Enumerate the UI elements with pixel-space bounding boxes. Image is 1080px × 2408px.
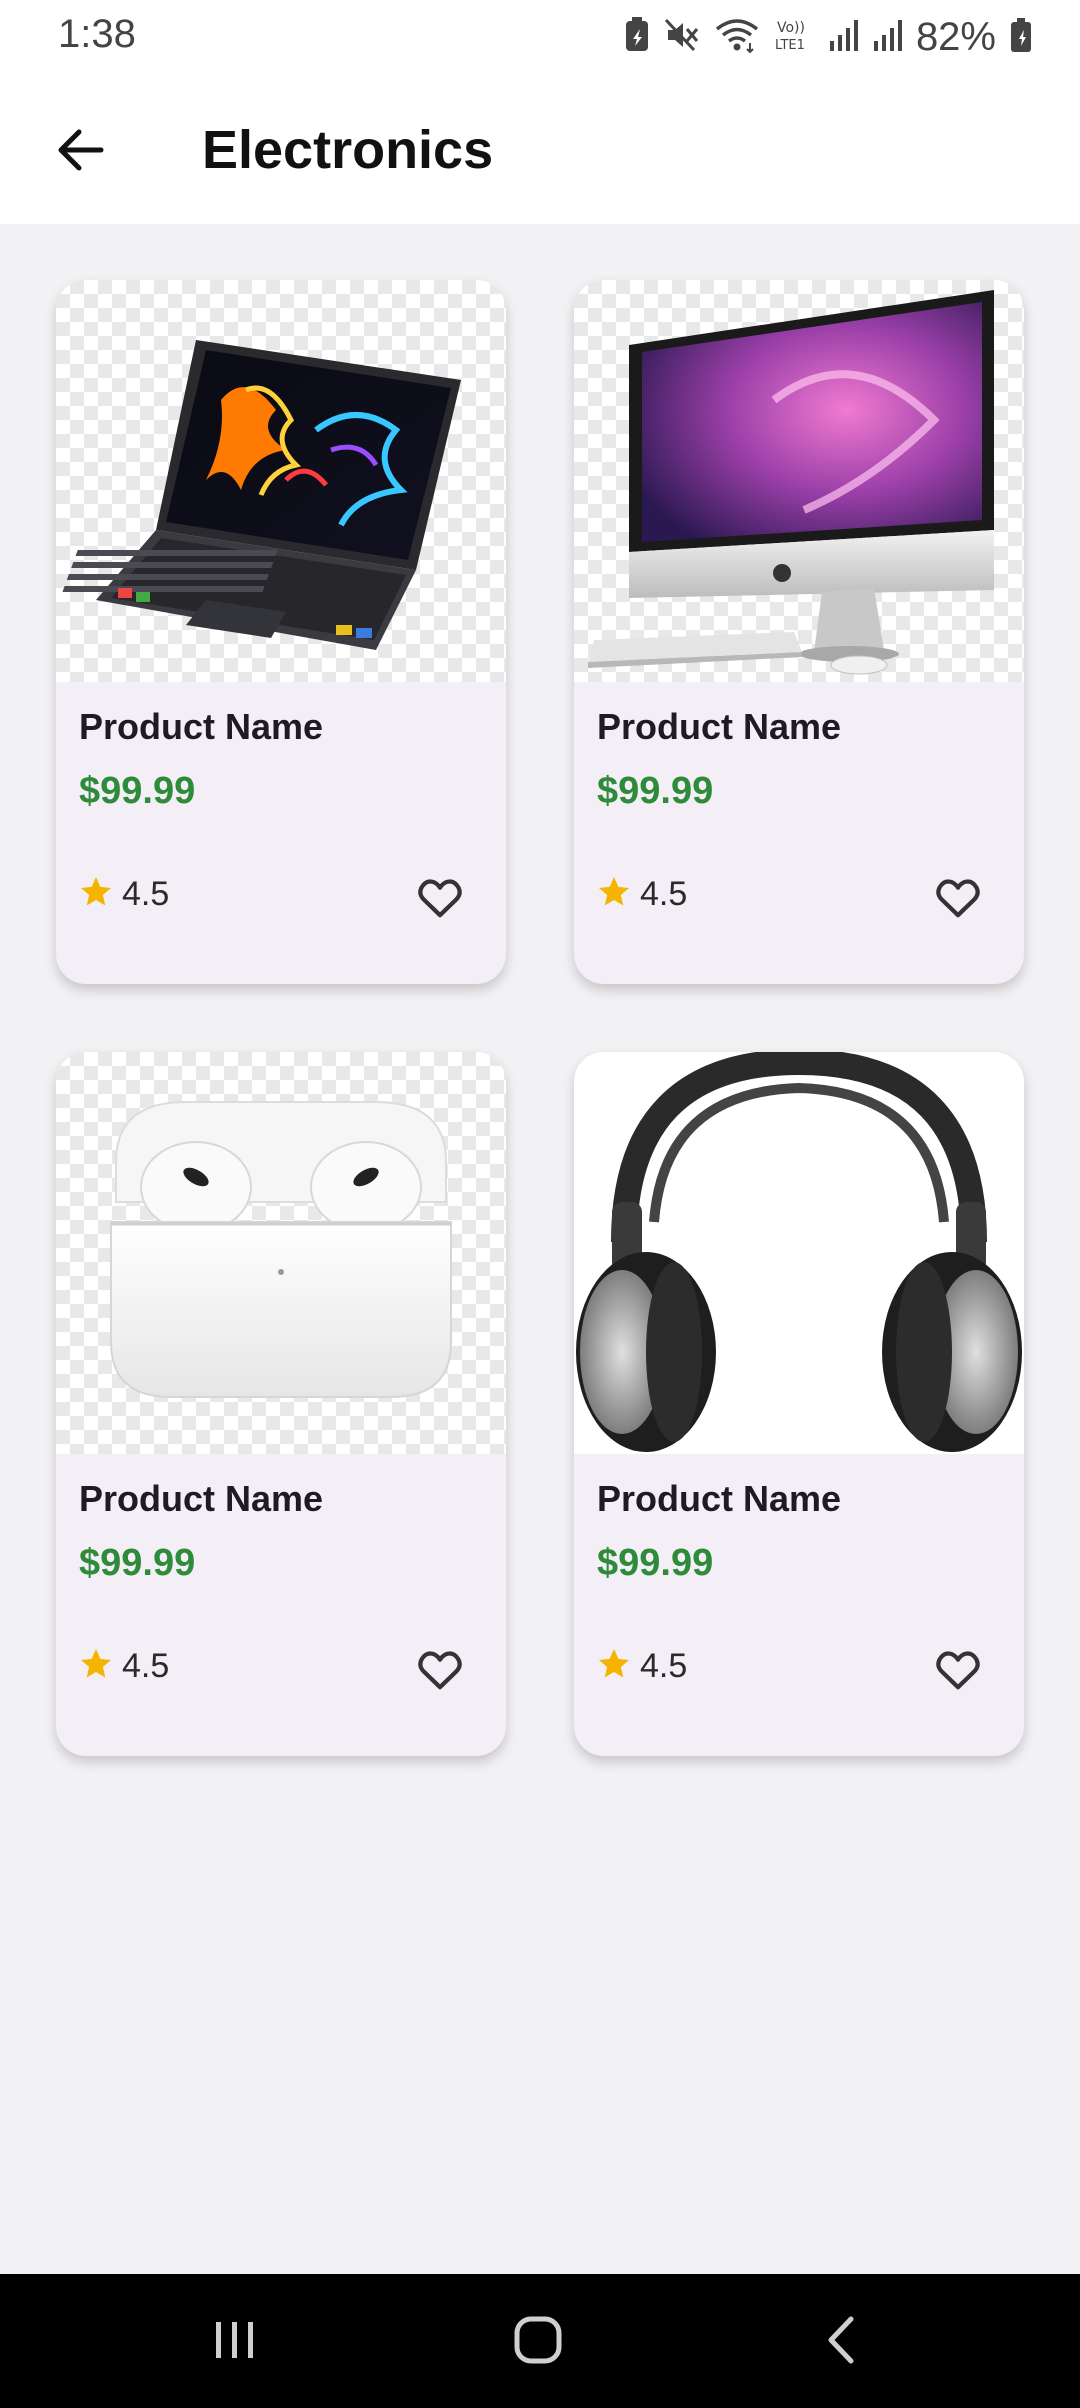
recents-icon [210,2318,260,2367]
svg-text:Vo)): Vo)) [777,20,805,36]
nav-back-button[interactable] [796,2304,886,2380]
svg-text:LTE1: LTE1 [775,38,805,53]
mute-icon [664,17,700,58]
product-image-desktop-monitor [574,280,1024,682]
product-price: $99.99 [597,1542,714,1584]
star-icon [596,1646,632,1687]
product-card[interactable]: Product Name $99.99 4.5 [56,280,506,984]
product-image-wireless-earbuds [56,1052,506,1454]
wifi-icon [714,17,760,58]
star-icon [596,874,632,915]
product-name: Product Name [79,706,324,747]
status-icons: Vo)) LTE1 82% [624,14,1032,60]
star-icon [78,1646,114,1687]
app-bar: Electronics [0,74,1080,224]
product-rating: 4.5 [78,1646,169,1687]
product-image-laptop [56,280,506,682]
product-card[interactable]: Product Name $99.99 4.5 [574,280,1024,984]
favorite-button[interactable] [926,868,990,932]
favorite-button[interactable] [408,868,472,932]
battery-saver-icon [624,16,650,58]
battery-icon [1010,17,1032,58]
product-rating: 4.5 [78,874,169,915]
rating-value: 4.5 [122,875,170,913]
rating-value: 4.5 [640,1647,688,1685]
volte-icon: Vo)) LTE1 [774,17,814,58]
product-price: $99.99 [79,770,196,812]
recents-button[interactable] [190,2304,280,2380]
heart-outline-icon [417,1649,463,1696]
product-name: Product Name [597,706,842,747]
product-price: $99.99 [597,770,714,812]
heart-outline-icon [417,877,463,924]
signal-icon [828,17,858,58]
product-card[interactable]: Product Name $99.99 4.5 [574,1052,1024,1756]
product-price: $99.99 [79,1542,196,1584]
product-grid: Product Name $99.99 4.5 Product Name $99… [56,280,1024,1756]
product-rating: 4.5 [596,874,687,915]
heart-outline-icon [935,1649,981,1696]
product-name: Product Name [597,1478,842,1519]
home-button[interactable] [493,2304,583,2380]
rating-value: 4.5 [122,1647,170,1685]
product-rating: 4.5 [596,1646,687,1687]
favorite-button[interactable] [408,1640,472,1704]
product-image-headphones [574,1052,1024,1454]
heart-outline-icon [935,877,981,924]
home-icon [513,2315,563,2370]
back-button[interactable] [40,112,120,192]
page-title: Electronics [202,120,494,180]
system-nav-bar [0,2274,1080,2408]
battery-percentage: 82% [915,14,996,59]
product-card[interactable]: Product Name $99.99 4.5 [56,1052,506,1756]
signal-icon [872,17,902,58]
rating-value: 4.5 [640,875,688,913]
product-name: Product Name [79,1478,324,1519]
arrow-back-icon [55,128,105,177]
star-icon [78,874,114,915]
favorite-button[interactable] [926,1640,990,1704]
status-time: 1:38 [58,12,136,56]
back-icon [821,2315,861,2370]
status-bar: 1:38 Vo)) LTE1 82% [0,0,1080,74]
